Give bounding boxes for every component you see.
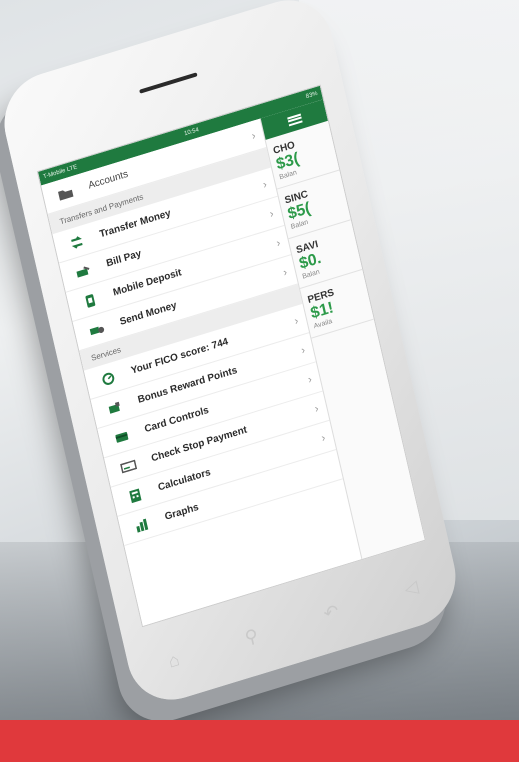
send-money-icon <box>86 320 108 340</box>
time-label: 10:54 <box>183 127 200 138</box>
reward-card-icon <box>104 398 126 418</box>
chevron-right-icon: › <box>282 266 289 280</box>
chevron-right-icon: › <box>306 373 314 387</box>
card-controls-icon <box>111 427 133 447</box>
bill-pay-icon <box>72 261 94 281</box>
chevron-right-icon: › <box>313 402 320 416</box>
transfer-icon <box>66 232 88 252</box>
menu-item-label: Bill Pay <box>105 248 143 270</box>
battery-label: 83% <box>305 90 319 101</box>
folder-icon <box>54 183 76 203</box>
menu-item-label: Send Money <box>118 299 178 328</box>
volume-icon[interactable]: ◁ <box>402 575 420 600</box>
home-icon[interactable]: ⌂ <box>166 648 181 672</box>
menu-item-label: Accounts <box>87 168 130 192</box>
check-icon <box>117 456 139 476</box>
search-icon[interactable]: ⚲ <box>243 624 260 648</box>
chevron-right-icon: › <box>320 431 327 445</box>
graphs-icon <box>131 515 153 535</box>
back-icon[interactable]: ↶ <box>322 600 341 625</box>
chevron-right-icon: › <box>250 129 257 143</box>
chevron-right-icon: › <box>261 178 269 192</box>
phone-speaker <box>139 72 198 94</box>
calculator-icon <box>124 486 146 506</box>
fico-gauge-icon <box>97 369 119 389</box>
chevron-right-icon: › <box>300 344 307 357</box>
menu-item-label: Graphs <box>163 501 200 523</box>
chevron-right-icon: › <box>293 314 300 328</box>
chevron-right-icon: › <box>275 237 282 250</box>
red-footer-band <box>0 720 519 762</box>
mobile-deposit-icon <box>79 291 101 311</box>
hamburger-icon <box>286 113 303 127</box>
chevron-right-icon: › <box>268 207 275 221</box>
